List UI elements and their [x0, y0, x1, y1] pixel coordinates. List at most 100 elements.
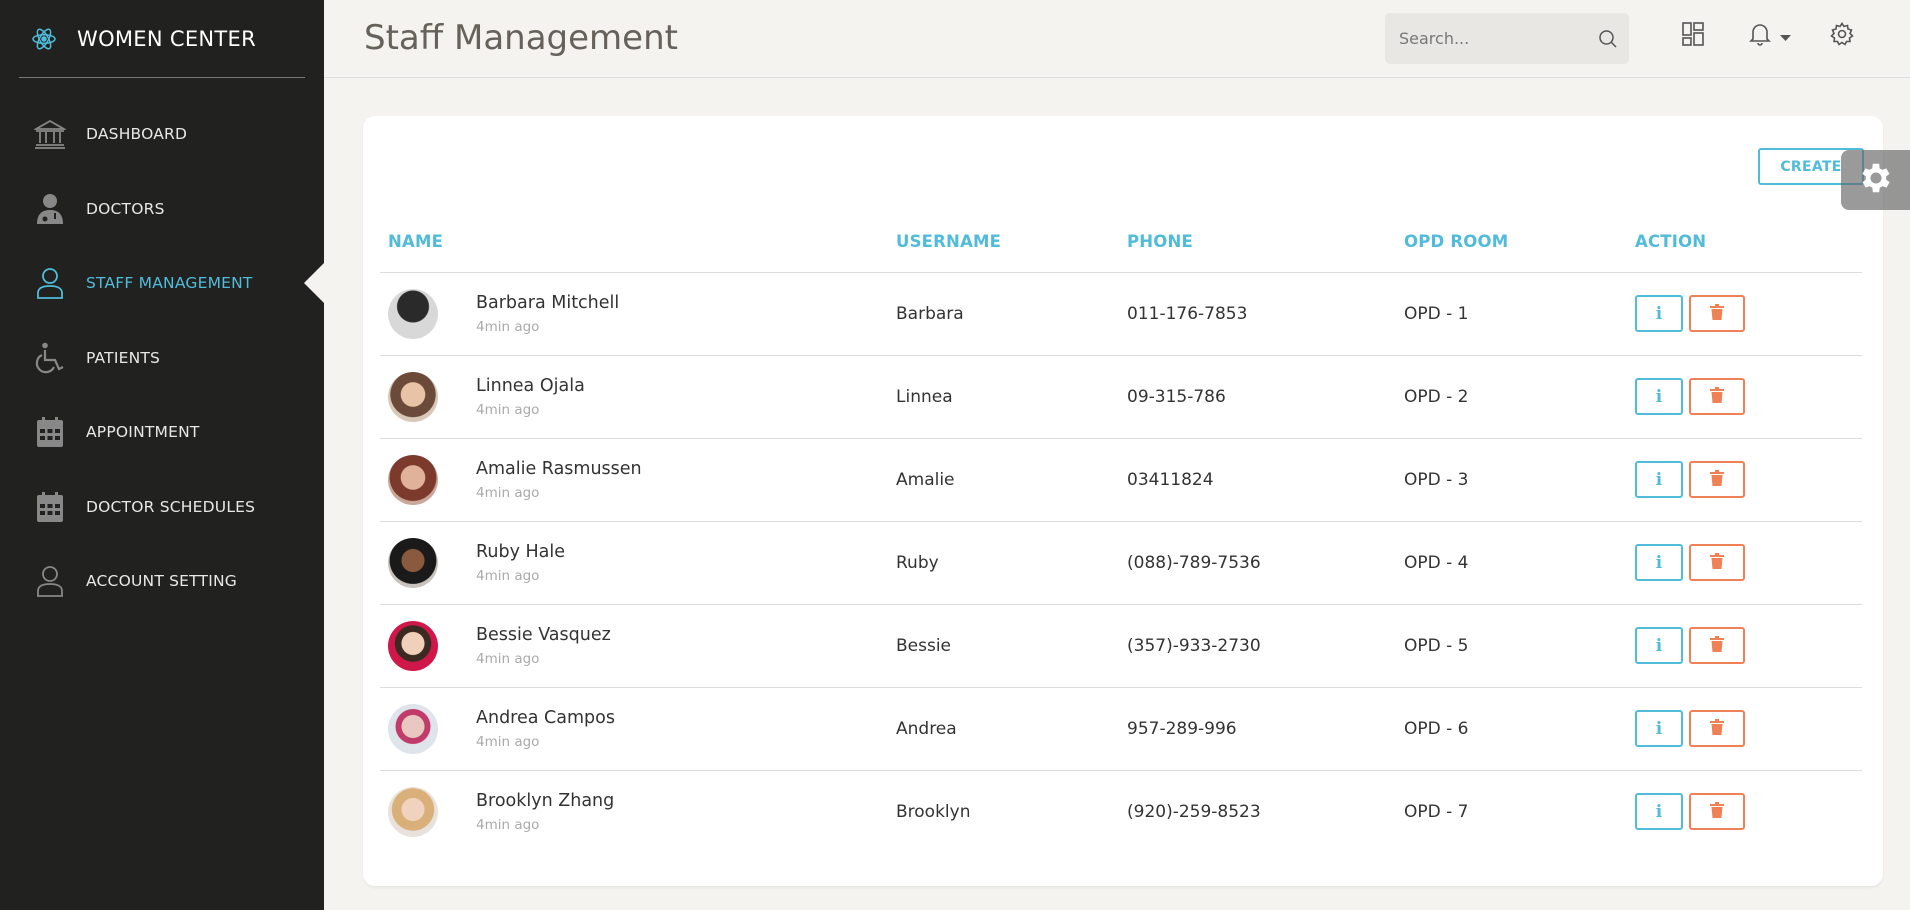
settings-gear-icon[interactable] [1830, 22, 1854, 46]
avatar [388, 454, 438, 505]
username-cell: Bessie [888, 604, 1119, 688]
info-icon: i [1655, 635, 1663, 656]
react-logo-icon [19, 26, 77, 52]
sidebar-item-appointment[interactable]: APPOINTMENT [0, 395, 324, 470]
info-icon: i [1655, 801, 1663, 822]
last-active-time: 4min ago [476, 650, 540, 667]
delete-button[interactable] [1689, 627, 1745, 664]
notifications-button[interactable] [1748, 22, 1791, 50]
info-button[interactable]: i [1635, 627, 1683, 664]
info-button[interactable]: i [1635, 378, 1683, 415]
sidebar-item-doctors[interactable]: DOCTORS [0, 172, 324, 247]
sidebar-item-dashboard[interactable]: DASHBOARD [0, 97, 324, 172]
sidebar-item-account-setting[interactable]: ACCOUNT SETTING [0, 544, 324, 619]
username-cell: Linnea [888, 355, 1119, 439]
brand[interactable]: WOMEN CENTER [19, 0, 305, 78]
column-header-action: ACTION [1627, 212, 1862, 273]
trash-icon [1710, 470, 1724, 489]
search-box [1385, 13, 1629, 64]
username-cell: Brooklyn [896, 801, 971, 822]
info-button[interactable]: i [1635, 793, 1683, 831]
opd-room-cell: OPD - 3 [1396, 438, 1627, 522]
opd-room-cell: OPD - 2 [1396, 355, 1627, 439]
avatar [388, 786, 438, 837]
opd-room-cell: OPD - 6 [1396, 687, 1627, 771]
info-button[interactable]: i [1635, 544, 1683, 581]
avatar [388, 371, 438, 422]
fixed-plugin-settings-button[interactable] [1841, 150, 1910, 210]
action-cell: i [1627, 604, 1862, 688]
info-icon: i [1655, 386, 1663, 407]
username-cell: Andrea [888, 687, 1119, 771]
user-icon [34, 564, 66, 598]
avatar [388, 537, 438, 588]
phone-cell: 03411824 [1119, 438, 1396, 522]
info-icon: i [1655, 552, 1663, 573]
info-button[interactable]: i [1635, 295, 1683, 332]
action-cell: i [1627, 272, 1862, 356]
sidebar-item-patients[interactable]: PATIENTS [0, 321, 324, 396]
table-row: Bessie Vasquez 4min ago Bessie (357)-933… [380, 604, 1862, 688]
delete-button[interactable] [1689, 295, 1745, 332]
avatar [388, 288, 438, 339]
delete-button[interactable] [1689, 461, 1745, 498]
table-row: Linnea Ojala 4min ago Linnea 09-315-786 … [380, 355, 1862, 439]
column-header-username: USERNAME [888, 212, 1119, 273]
staff-name: Bessie Vasquez [476, 624, 611, 645]
name-cell: Amalie Rasmussen 4min ago [380, 438, 888, 522]
sidebar-nav: DASHBOARD DOCTORS STAFF MANAGEMENT PATIE… [0, 97, 324, 619]
search-icon[interactable] [1598, 29, 1617, 52]
bank-icon [34, 117, 66, 151]
sidebar-item-staff-management[interactable]: STAFF MANAGEMENT [0, 246, 324, 321]
name-cell: Brooklyn Zhang 4min ago [380, 770, 888, 853]
info-icon: i [1655, 303, 1663, 324]
app-name: WOMEN CENTER [77, 26, 256, 51]
last-active-time: 4min ago [476, 567, 540, 584]
delete-button[interactable] [1689, 793, 1745, 831]
action-cell: i [1627, 770, 1862, 853]
delete-button[interactable] [1689, 710, 1745, 747]
sidebar-item-label: DASHBOARD [86, 125, 188, 144]
info-button[interactable]: i [1635, 710, 1683, 747]
wheelchair-icon [34, 341, 66, 375]
column-header-opd-room: OPD ROOM [1396, 212, 1627, 273]
last-active-time: 4min ago [476, 816, 540, 833]
calendar-icon [34, 415, 66, 449]
staff-name: Ruby Hale [476, 541, 566, 562]
sidebar-item-label: STAFF MANAGEMENT [86, 274, 253, 293]
calendar-icon [34, 490, 66, 524]
avatar [388, 620, 438, 671]
last-active-time: 4min ago [476, 733, 540, 750]
staff-name: Brooklyn Zhang [476, 790, 615, 811]
staff-name: Amalie Rasmussen [476, 458, 642, 479]
name-cell: Andrea Campos 4min ago [380, 687, 888, 771]
action-cell: i [1627, 355, 1862, 439]
name-cell: Barbara Mitchell 4min ago [380, 272, 888, 356]
phone-cell: 011-176-7853 [1119, 272, 1396, 356]
action-cell: i [1627, 521, 1862, 605]
delete-button[interactable] [1689, 544, 1745, 581]
column-header-phone: PHONE [1119, 212, 1396, 273]
action-cell: i [1627, 687, 1862, 771]
name-cell: Linnea Ojala 4min ago [380, 355, 888, 439]
staff-table-card: CREATE NAME USERNAME PHONE OPD ROOM ACTI… [363, 116, 1883, 886]
delete-button[interactable] [1689, 378, 1745, 415]
trash-icon [1710, 719, 1724, 738]
sidebar-item-label: DOCTOR SCHEDULES [86, 497, 256, 516]
table-row: Amalie Rasmussen 4min ago Amalie 0341182… [380, 438, 1862, 522]
table-row: Barbara Mitchell 4min ago Barbara 011-17… [380, 272, 1862, 356]
sidebar-item-doctor-schedules[interactable]: DOCTOR SCHEDULES [0, 470, 324, 545]
info-button[interactable]: i [1635, 461, 1683, 498]
trash-icon [1710, 304, 1724, 323]
caret-down-icon [1780, 27, 1791, 46]
sidebar-item-label: APPOINTMENT [86, 423, 200, 442]
search-input[interactable] [1385, 29, 1585, 48]
table-row: Brooklyn Zhang 4min ago Brooklyn (920)-2… [380, 770, 1862, 853]
column-header-name: NAME [380, 212, 888, 273]
opd-room-cell: OPD - 4 [1396, 521, 1627, 605]
staff-name: Linnea Ojala [476, 375, 585, 396]
info-icon: i [1655, 718, 1663, 739]
sidebar-item-label: ACCOUNT SETTING [86, 572, 237, 591]
avatar [388, 703, 438, 754]
layout-grid-icon[interactable] [1682, 22, 1704, 46]
